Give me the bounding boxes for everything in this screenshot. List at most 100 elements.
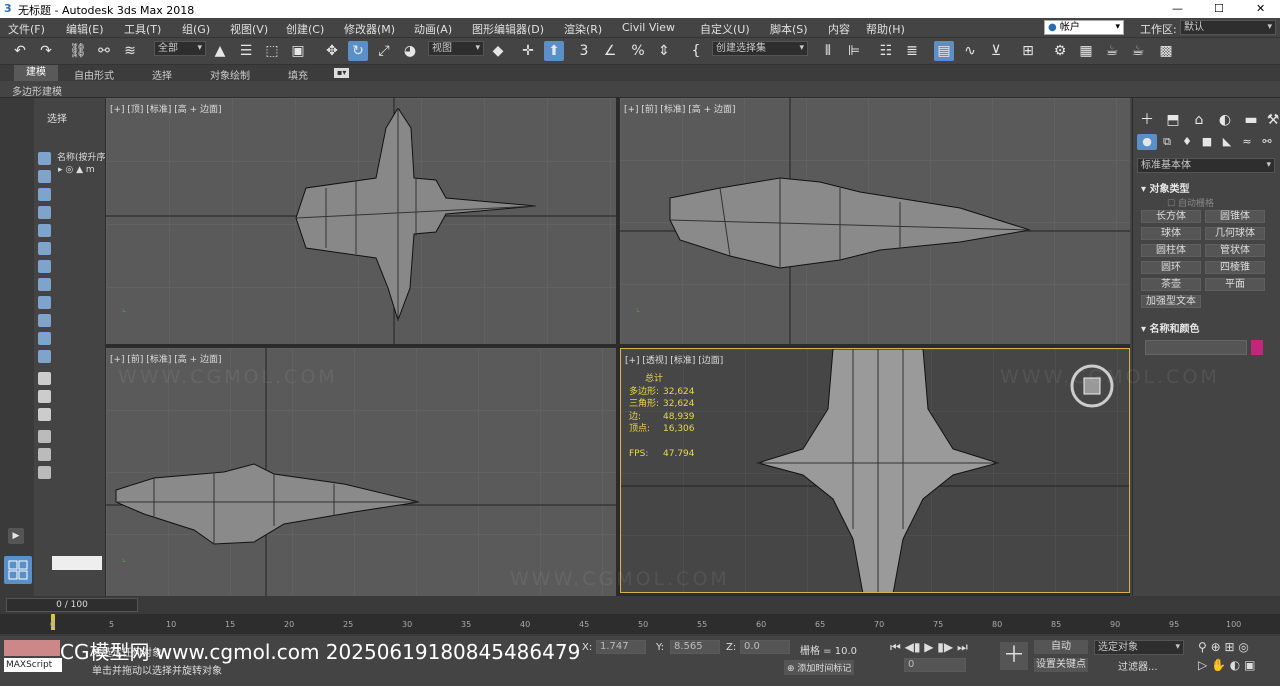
shapes-icon[interactable]: ⧉ bbox=[1157, 134, 1177, 150]
display-geometry-icon[interactable] bbox=[38, 152, 51, 165]
menu-customize[interactable]: 自定义(U) bbox=[700, 21, 750, 37]
primitive-type-dropdown[interactable]: 标准基本体 bbox=[1137, 158, 1275, 173]
schematic-view-icon[interactable]: ⊻ bbox=[986, 41, 1006, 61]
lock-icon[interactable] bbox=[38, 466, 51, 479]
key-filters-button[interactable]: 过滤器... bbox=[1118, 658, 1158, 673]
geosphere-button[interactable]: 几何球体 bbox=[1205, 227, 1265, 240]
edit-named-sets-icon[interactable]: { bbox=[686, 41, 706, 61]
tab-modeling[interactable]: 建模 bbox=[14, 65, 58, 81]
explorer-column-header[interactable]: 名称(按升序排序) bbox=[57, 150, 105, 163]
polygon-modeling-label[interactable]: 多边形建模 bbox=[12, 83, 62, 98]
display-bones-icon[interactable] bbox=[38, 296, 51, 309]
align-icon[interactable]: ⊫ bbox=[844, 41, 864, 61]
display-cameras-icon[interactable] bbox=[38, 206, 51, 219]
ref-coord-dropdown[interactable]: 视图 bbox=[428, 41, 484, 56]
explorer-tab-select[interactable]: 选择 bbox=[47, 110, 67, 125]
window-crossing-icon[interactable]: ▣ bbox=[288, 41, 308, 61]
systems-icon[interactable]: ⚯ bbox=[1257, 134, 1277, 150]
rotate-icon[interactable]: ↻ bbox=[348, 41, 368, 61]
mirror-icon[interactable]: ⫴ bbox=[818, 41, 838, 61]
unlink-icon[interactable]: ⚯ bbox=[94, 41, 114, 61]
name-color-rollout[interactable]: ▾ 名称和颜色 bbox=[1141, 320, 1200, 335]
maximize-button[interactable]: ☐ bbox=[1214, 2, 1224, 15]
render-production-icon[interactable]: ☕ bbox=[1102, 41, 1122, 61]
close-button[interactable]: ✕ bbox=[1256, 2, 1265, 15]
rendered-frame-icon[interactable]: ▦ bbox=[1076, 41, 1096, 61]
object-type-rollout[interactable]: ▾ 对象类型 bbox=[1141, 180, 1190, 195]
maxscript-listener-top[interactable] bbox=[4, 640, 60, 656]
filter-icon[interactable] bbox=[38, 448, 51, 461]
x-coord-field[interactable]: 1.747 bbox=[596, 640, 646, 654]
spinner-snap-icon[interactable]: ⇕ bbox=[654, 41, 674, 61]
expand-icon[interactable]: ▶ bbox=[8, 528, 24, 544]
display-xrefs-icon[interactable] bbox=[38, 278, 51, 291]
angle-snap-icon[interactable]: ∠ bbox=[600, 41, 620, 61]
tab-object-paint[interactable]: 对象绘制 bbox=[210, 67, 250, 82]
display-frozen-icon[interactable] bbox=[38, 332, 51, 345]
lights-icon[interactable]: ♦ bbox=[1177, 134, 1197, 150]
select-by-name-icon[interactable]: ☰ bbox=[236, 41, 256, 61]
menu-views[interactable]: 视图(V) bbox=[230, 21, 268, 37]
move-icon[interactable]: ✥ bbox=[322, 41, 342, 61]
menu-help[interactable]: 帮助(H) bbox=[866, 21, 905, 37]
rect-selection-icon[interactable]: ⬚ bbox=[262, 41, 282, 61]
display-panel-icon[interactable]: ▬ bbox=[1241, 110, 1261, 130]
display-all-icon[interactable] bbox=[38, 372, 51, 385]
display-spacewarps-icon[interactable] bbox=[38, 242, 51, 255]
menu-civil-view[interactable]: Civil View bbox=[622, 21, 675, 34]
menu-create[interactable]: 创建(C) bbox=[286, 21, 324, 37]
display-none-icon[interactable] bbox=[38, 390, 51, 403]
text-plus-button[interactable]: 加强型文本 bbox=[1141, 295, 1201, 308]
menu-scripting[interactable]: 脚本(S) bbox=[770, 21, 808, 37]
tab-populate[interactable]: 填充 bbox=[288, 67, 308, 82]
set-key-icon[interactable]: ＋ bbox=[1000, 642, 1028, 670]
viewport-top[interactable]: [+] [顶] [标准] [高 + 边面] ⌞ bbox=[106, 98, 616, 344]
sphere-button[interactable]: 球体 bbox=[1141, 227, 1201, 240]
utilities-panel-icon[interactable]: ⚒ bbox=[1263, 110, 1280, 130]
display-hidden-icon[interactable] bbox=[38, 350, 51, 363]
time-slider[interactable]: 0 / 100 bbox=[6, 598, 138, 612]
object-name-input[interactable] bbox=[1145, 340, 1247, 355]
viewport-label[interactable]: [+] [顶] [标准] [高 + 边面] bbox=[110, 102, 221, 115]
menu-modifiers[interactable]: 修改器(M) bbox=[344, 21, 395, 37]
viewport-layout-icon[interactable] bbox=[4, 556, 32, 584]
menu-group[interactable]: 组(G) bbox=[182, 21, 210, 37]
viewport-front[interactable]: [+] [前] [标准] [高 + 边面] ⌞ bbox=[620, 98, 1130, 344]
display-groups-icon[interactable] bbox=[38, 260, 51, 273]
undo-icon[interactable]: ↶ bbox=[10, 41, 30, 61]
cone-button[interactable]: 圆锥体 bbox=[1205, 210, 1265, 223]
current-frame-field[interactable]: 0 bbox=[904, 658, 966, 672]
torus-button[interactable]: 圆环 bbox=[1141, 261, 1201, 274]
y-coord-field[interactable]: 8.565 bbox=[670, 640, 720, 654]
tab-freeform[interactable]: 自由形式 bbox=[74, 67, 114, 82]
tab-selection[interactable]: 选择 bbox=[152, 67, 172, 82]
select-manipulate-icon[interactable]: ✛ bbox=[518, 41, 538, 61]
display-shapes-icon[interactable] bbox=[38, 170, 51, 183]
autogrid-checkbox[interactable]: ☐ 自动栅格 bbox=[1167, 196, 1214, 209]
render-iterative-icon[interactable]: ☕ bbox=[1128, 41, 1148, 61]
cylinder-button[interactable]: 圆柱体 bbox=[1141, 244, 1201, 257]
keyboard-shortcut-icon[interactable]: ⬆ bbox=[544, 41, 564, 61]
snaps-toggle-icon[interactable]: 3 bbox=[574, 41, 594, 61]
menu-tools[interactable]: 工具(T) bbox=[124, 21, 161, 37]
add-time-tag-button[interactable]: ⊕ 添加时间标记 bbox=[784, 660, 855, 675]
plane-button[interactable]: 平面 bbox=[1205, 278, 1265, 291]
teapot-button[interactable]: 茶壶 bbox=[1141, 278, 1201, 291]
pivot-center-icon[interactable]: ◆ bbox=[488, 41, 508, 61]
key-filter-dropdown[interactable]: 选定对象 bbox=[1094, 640, 1184, 655]
box-button[interactable]: 长方体 bbox=[1141, 210, 1201, 223]
toggle-scene-explorer-icon[interactable]: ☷ bbox=[876, 41, 896, 61]
z-coord-field[interactable]: 0.0 bbox=[740, 640, 790, 654]
menu-edit[interactable]: 编辑(E) bbox=[66, 21, 104, 37]
ribbon-options-icon[interactable]: ▪▾ bbox=[334, 68, 350, 78]
redo-icon[interactable]: ↷ bbox=[36, 41, 56, 61]
geometry-icon[interactable]: ● bbox=[1137, 134, 1157, 150]
set-key-button[interactable]: 设置关键点 bbox=[1034, 658, 1088, 672]
create-panel-icon[interactable]: ＋ bbox=[1137, 110, 1157, 130]
scale-icon[interactable]: ⤢ bbox=[374, 41, 394, 61]
bind-spacewarp-icon[interactable]: ≋ bbox=[120, 41, 140, 61]
hierarchy-panel-icon[interactable]: ⌂ bbox=[1189, 110, 1209, 130]
display-lights-icon[interactable] bbox=[38, 188, 51, 201]
render-setup-icon[interactable]: ⚙ bbox=[1050, 41, 1070, 61]
maxscript-input[interactable]: MAXScript bbox=[4, 658, 62, 672]
